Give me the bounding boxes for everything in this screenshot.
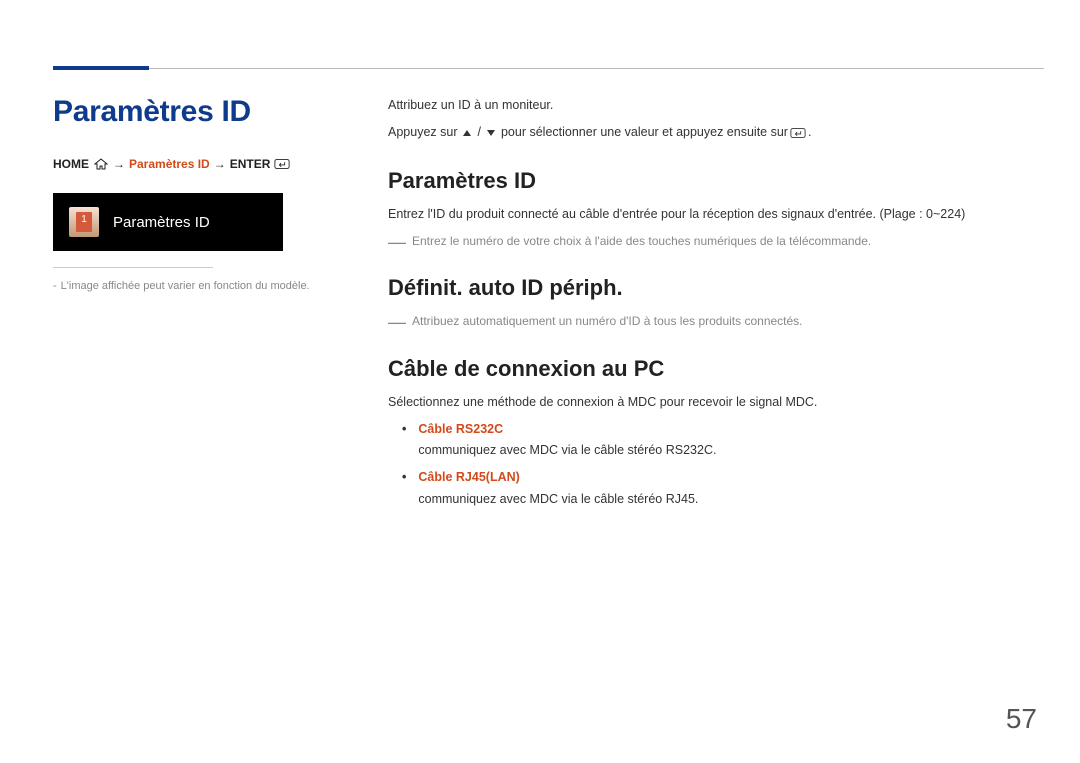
page-content: Paramètres ID HOME → Paramètres ID → ENT… <box>53 95 1044 516</box>
slash: / <box>477 122 480 143</box>
up-triangle-icon <box>459 127 475 139</box>
down-triangle-icon <box>483 127 499 139</box>
bullet-title-rs232c: Câble RS232C <box>418 419 716 440</box>
section1-text: Entrez l'ID du produit connecté au câble… <box>388 204 1024 225</box>
section1-note-text: Entrez le numéro de votre choix à l'aide… <box>412 231 871 251</box>
accent-bar <box>53 66 149 70</box>
dash-icon: ― <box>388 313 406 331</box>
right-column: Attribuez un ID à un moniteur. Appuyez s… <box>388 95 1044 516</box>
bullet-item: • Câble RS232C communiquez avec MDC via … <box>388 419 1024 462</box>
section-heading-cable-connexion: Câble de connexion au PC <box>388 356 1024 382</box>
section2-note-text: Attribuez automatiquement un numéro d'ID… <box>412 311 803 331</box>
section1-note: ― Entrez le numéro de votre choix à l'ai… <box>388 231 1024 251</box>
divider <box>53 267 213 268</box>
period: . <box>808 122 811 143</box>
breadcrumb-enter: ENTER <box>230 157 271 171</box>
enter-icon <box>274 158 290 170</box>
section-heading-definit-auto: Définit. auto ID périph. <box>388 275 1024 301</box>
menu-card: Paramètres ID <box>53 193 283 251</box>
breadcrumb-home: HOME <box>53 157 89 171</box>
bullet-title-rj45: Câble RJ45(LAN) <box>418 467 698 488</box>
enter-icon <box>790 127 806 139</box>
top-rule <box>53 68 1044 69</box>
left-column: Paramètres ID HOME → Paramètres ID → ENT… <box>53 95 388 516</box>
section-heading-parametres-id: Paramètres ID <box>388 168 1024 194</box>
bullet-desc-rs232c: communiquez avec MDC via le câble stéréo… <box>418 443 716 457</box>
id-tag-icon <box>69 207 99 237</box>
footnote-text: L'image affichée peut varier en fonction… <box>61 280 310 292</box>
intro-line-1: Attribuez un ID à un moniteur. <box>388 95 1024 116</box>
bullet-desc-rj45: communiquez avec MDC via le câble stéréo… <box>418 492 698 506</box>
menu-card-label: Paramètres ID <box>113 214 210 231</box>
arrow-icon: → <box>113 157 125 171</box>
home-icon <box>93 158 109 170</box>
footnote: -L'image affichée peut varier en fonctio… <box>53 278 388 296</box>
section2-note: ― Attribuez automatiquement un numéro d'… <box>388 311 1024 331</box>
dash-icon: ― <box>388 233 406 251</box>
section3-text: Sélectionnez une méthode de connexion à … <box>388 392 1024 413</box>
intro2-post: pour sélectionner une valeur et appuyez … <box>501 122 788 143</box>
arrow-icon: → <box>214 157 226 171</box>
bullet-item: • Câble RJ45(LAN) communiquez avec MDC v… <box>388 467 1024 510</box>
intro2-pre: Appuyez sur <box>388 122 457 143</box>
intro-line-2: Appuyez sur / pour sélectionner une vale… <box>388 122 1024 143</box>
breadcrumb-path: Paramètres ID <box>129 157 210 171</box>
bullet-dot-icon: • <box>402 419 406 462</box>
page-title: Paramètres ID <box>53 95 388 129</box>
breadcrumb: HOME → Paramètres ID → ENTER <box>53 157 388 171</box>
bullet-dot-icon: • <box>402 467 406 510</box>
page-number: 57 <box>1006 703 1037 735</box>
